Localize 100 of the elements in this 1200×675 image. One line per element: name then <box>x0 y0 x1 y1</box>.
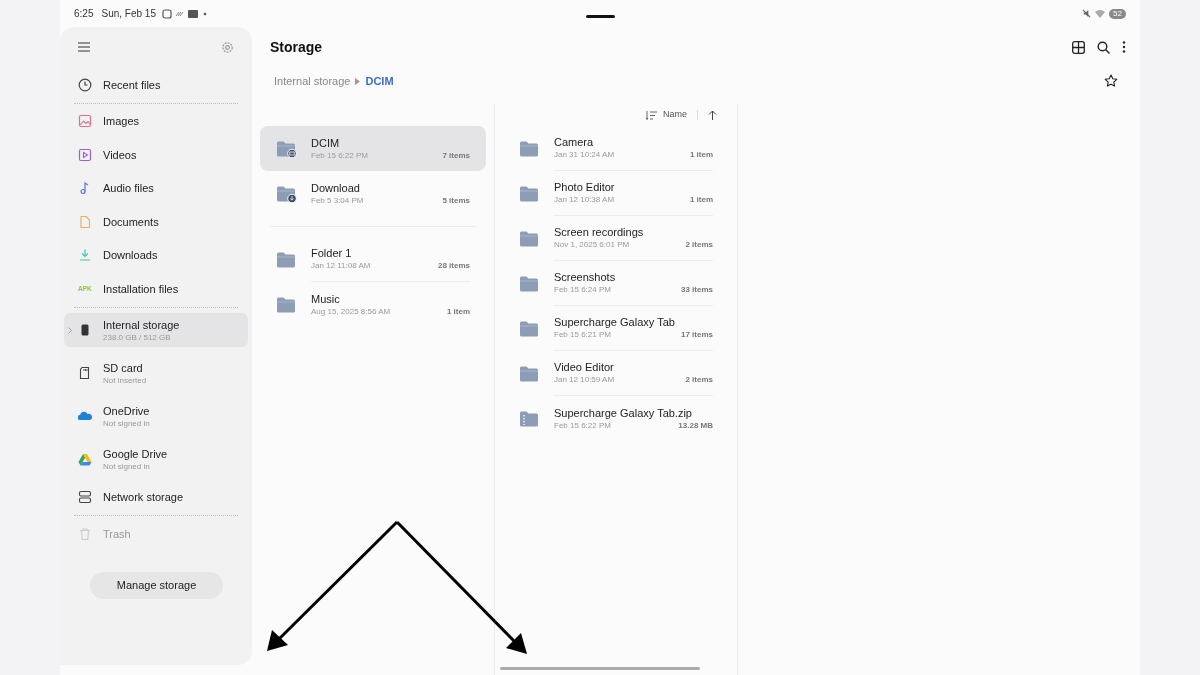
search-icon[interactable] <box>1097 40 1110 54</box>
sidebar-item[interactable]: Network storage <box>64 480 248 514</box>
file-date: Jan 12 10:38 AM <box>554 194 615 206</box>
file-row[interactable]: Download Feb 5 3:04 PM 5 items <box>260 171 486 216</box>
status-date: Sun, Feb 15 <box>101 7 156 21</box>
sidebar-item[interactable]: Downloads <box>64 238 248 272</box>
sd-card-icon <box>78 366 92 380</box>
file-row[interactable]: Folder 1 Jan 12 11:08 AM 28 items <box>260 237 486 282</box>
file-row[interactable]: Screen recordings Nov 1, 2025 6:01 PM 2 items <box>515 216 717 261</box>
item-label: SD card <box>103 360 144 375</box>
sidebar-item[interactable]: Google Drive Not signed in <box>64 442 248 476</box>
battery-indicator: 52 <box>1109 8 1126 19</box>
item-count: 1 item <box>689 149 713 161</box>
item-count: 13.28 MB <box>678 419 713 432</box>
sidebar-item[interactable]: Internal storage 238.0 GB / 512 GB <box>64 313 248 347</box>
folder-icon <box>519 229 541 248</box>
item-label: Google Drive <box>103 446 168 461</box>
file-row[interactable]: Screenshots Feb 15 6:24 PM 33 items <box>515 261 717 306</box>
item-label: Internal storage <box>103 317 180 332</box>
sort-icon[interactable] <box>646 110 657 120</box>
item-label: Images <box>103 114 140 129</box>
manage-storage-button[interactable]: Manage storage <box>90 571 223 599</box>
notification-icons <box>161 8 208 19</box>
file-name: Supercharge Galaxy Tab.zip <box>554 405 693 420</box>
mute-icon <box>1082 9 1092 18</box>
file-name: Screen recordings <box>554 225 645 239</box>
sort-direction-icon[interactable] <box>708 110 717 120</box>
item-label: Audio files <box>103 181 154 196</box>
clock-icon <box>78 77 92 92</box>
server-icon <box>78 490 92 505</box>
sidebar-item[interactable]: Audio files <box>64 171 248 205</box>
file-row[interactable]: Video Editor Jan 12 10:59 AM 2 items <box>515 351 717 396</box>
file-row[interactable]: Music Aug 15, 2025 8:56 AM 1 item <box>260 282 486 327</box>
file-date: Feb 15 6:22 PM <box>311 149 368 162</box>
menu-icon[interactable] <box>78 42 90 52</box>
document-icon <box>78 214 92 229</box>
file-date: Feb 15 6:21 PM <box>554 329 611 341</box>
file-date: Jan 31 10:24 AM <box>554 149 615 161</box>
file-name: Screenshots <box>554 270 617 284</box>
file-date: Feb 15 6:22 PM <box>554 419 611 432</box>
item-count: 2 items <box>685 374 713 386</box>
folder-icon <box>519 274 541 293</box>
camera-folder-icon <box>276 139 298 158</box>
grid-view-icon[interactable] <box>1072 40 1085 54</box>
item-label: Trash <box>103 526 131 541</box>
file-row[interactable]: Supercharge Galaxy Tab.zip Feb 15 6:22 PM 13.28 MB <box>515 396 717 441</box>
file-name: Download <box>311 180 361 195</box>
sidebar-item[interactable]: OneDrive Not signed in <box>64 399 248 433</box>
folder-icon <box>276 250 298 269</box>
more-options-icon[interactable] <box>1122 41 1126 53</box>
download-icon <box>78 248 92 263</box>
sidebar-item[interactable]: Images <box>64 104 248 138</box>
item-count: 28 items <box>437 260 470 272</box>
cloud-icon <box>78 409 92 423</box>
triangle-drive-icon <box>78 452 92 466</box>
item-count: 33 items <box>680 284 713 296</box>
sidebar-item[interactable]: Documents <box>64 205 248 239</box>
item-label: Recent files <box>103 77 161 92</box>
file-name: Video Editor <box>554 360 615 374</box>
file-date: Feb 5 3:04 PM <box>311 194 364 207</box>
item-count: 7 items <box>442 149 470 162</box>
wifi-icon <box>1095 9 1106 18</box>
item-detail: 238.0 GB / 512 GB <box>103 331 172 343</box>
file-row[interactable]: Camera Jan 31 10:24 AM 1 item <box>515 126 717 171</box>
file-row[interactable]: Photo Editor Jan 12 10:38 AM 1 item <box>515 171 717 216</box>
file-date: Feb 15 6:24 PM <box>554 284 611 296</box>
sort-by-name-button[interactable]: Name <box>663 108 687 122</box>
item-count: 17 items <box>680 329 713 341</box>
home-handle <box>586 15 615 18</box>
sidebar-item[interactable]: Videos <box>64 138 248 172</box>
item-count: 2 items <box>685 239 713 251</box>
sidebar-item[interactable]: Recent files <box>64 68 248 102</box>
item-count: 5 items <box>442 194 470 207</box>
zip-folder-icon <box>519 409 541 428</box>
file-date: Jan 12 11:08 AM <box>311 260 371 272</box>
status-time: 6:25 <box>74 7 94 21</box>
chevron-icon <box>68 327 72 334</box>
item-label: OneDrive <box>103 403 150 418</box>
page-title: Storage <box>270 37 323 57</box>
video-icon <box>78 147 92 162</box>
item-count: 1 item <box>446 305 470 318</box>
file-row[interactable]: DCIM Feb 15 6:22 PM 7 items <box>260 126 486 171</box>
file-name: Supercharge Galaxy Tab <box>554 315 676 329</box>
image-icon <box>78 114 92 129</box>
file-date: Aug 15, 2025 8:56 AM <box>311 305 391 318</box>
sidebar-item[interactable]: SD card Not inserted <box>64 356 248 390</box>
item-label: Downloads <box>103 248 158 263</box>
item-detail: Not signed in <box>103 417 150 429</box>
file-row[interactable]: Supercharge Galaxy Tab Feb 15 6:21 PM 17 items <box>515 306 717 351</box>
file-name: Music <box>311 291 341 306</box>
file-name: DCIM <box>311 135 341 150</box>
breadcrumb-link[interactable]: Internal storage <box>274 72 351 90</box>
star-icon[interactable] <box>1104 74 1118 88</box>
item-label: Network storage <box>103 490 184 505</box>
folder-icon <box>519 364 541 383</box>
item-label: Documents <box>103 214 159 229</box>
item-label: Videos <box>103 147 137 162</box>
folder-icon <box>519 139 541 158</box>
breadcrumb-link[interactable]: DCIM <box>365 72 394 90</box>
file-name: Photo Editor <box>554 180 616 194</box>
